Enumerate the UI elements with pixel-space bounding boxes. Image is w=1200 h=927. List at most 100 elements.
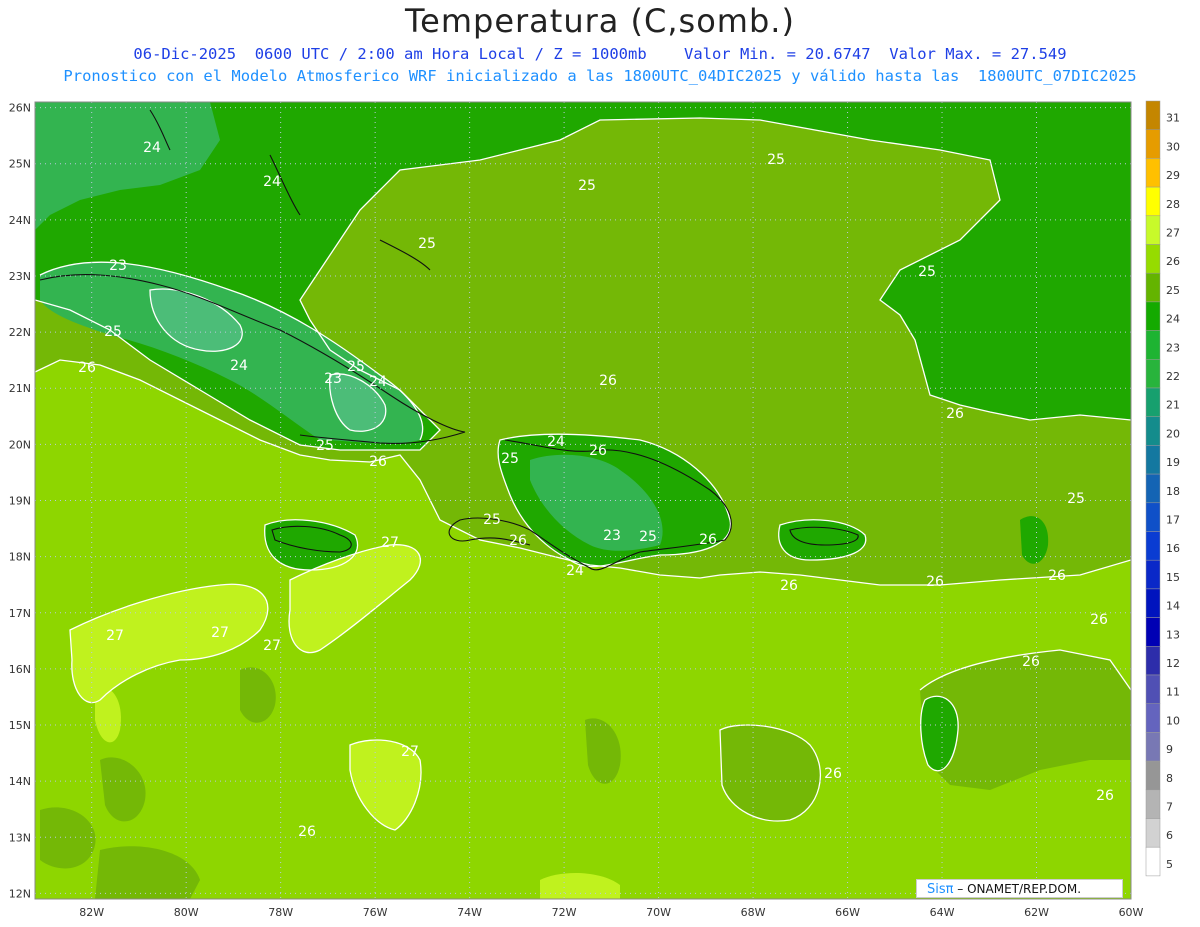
contour-label: 26 bbox=[589, 443, 607, 459]
colorbar-swatch bbox=[1145, 473, 1161, 504]
contour-label: 27 bbox=[106, 628, 124, 644]
colorbar-swatch bbox=[1145, 617, 1161, 647]
lat-tick-label: 13N bbox=[9, 831, 31, 844]
lat-tick-label: 12N bbox=[9, 887, 31, 900]
contour-label: 25 bbox=[767, 152, 785, 168]
lon-tick-label: 66W bbox=[835, 906, 860, 919]
lon-tick-label: 80W bbox=[174, 906, 199, 919]
colorbar-swatch bbox=[1145, 760, 1161, 791]
contour-label: 24 bbox=[230, 358, 248, 374]
lat-tick-label: 24N bbox=[9, 214, 31, 227]
lat-tick-label: 19N bbox=[9, 495, 31, 508]
contour-label: 25 bbox=[483, 512, 501, 528]
colorbar-level-label: 18 bbox=[1166, 485, 1180, 498]
colorbar-level-label: 14 bbox=[1166, 600, 1180, 613]
contour-label: 25 bbox=[1067, 491, 1085, 507]
colorbar-swatch bbox=[1145, 387, 1161, 417]
colorbar-swatch bbox=[1145, 330, 1161, 360]
lat-tick-label: 18N bbox=[9, 551, 31, 564]
lat-tick-label: 23N bbox=[9, 270, 31, 283]
contour-label: 26 bbox=[824, 766, 842, 782]
contour-label: 26 bbox=[1022, 654, 1040, 670]
colorbar-level-label: 28 bbox=[1166, 198, 1180, 211]
lon-tick-label: 76W bbox=[363, 906, 388, 919]
colorbar-level-label: 29 bbox=[1166, 169, 1180, 182]
colorbar-swatch bbox=[1145, 272, 1161, 303]
colorbar-swatch bbox=[1145, 646, 1161, 676]
lon-tick-label: 62W bbox=[1024, 906, 1049, 919]
contour-label: 27 bbox=[263, 638, 281, 654]
colorbar-swatch bbox=[1145, 674, 1161, 704]
colorbar-swatch bbox=[1145, 100, 1161, 130]
contour-label: 26 bbox=[509, 533, 527, 549]
colorbar-level-label: 26 bbox=[1166, 255, 1180, 268]
contour-label: 26 bbox=[699, 532, 717, 548]
colorbar-level-label: 7 bbox=[1166, 801, 1173, 814]
colorbar-swatch bbox=[1145, 818, 1161, 848]
lat-tick-label: 22N bbox=[9, 326, 31, 339]
lat-tick-label: 16N bbox=[9, 663, 31, 676]
lon-tick-label: 82W bbox=[79, 906, 104, 919]
contour-label: 26 bbox=[298, 824, 316, 840]
colorbar-level-label: 22 bbox=[1166, 370, 1180, 383]
contour-label: 25 bbox=[918, 264, 936, 280]
contour-label: 24 bbox=[263, 174, 281, 190]
lat-tick-label: 25N bbox=[9, 158, 31, 171]
lon-tick-label: 78W bbox=[268, 906, 293, 919]
colorbar-swatch bbox=[1145, 359, 1161, 389]
colorbar-level-label: 24 bbox=[1166, 313, 1180, 326]
contour-label: 24 bbox=[369, 374, 387, 390]
contour-label: 25 bbox=[578, 178, 596, 194]
colorbar-swatch bbox=[1145, 158, 1161, 188]
colorbar-level-label: 27 bbox=[1166, 227, 1180, 240]
contour-label: 25 bbox=[418, 236, 436, 252]
contour-label: 25 bbox=[104, 324, 122, 340]
colorbar-level-label: 17 bbox=[1166, 514, 1180, 527]
colorbar-swatch bbox=[1145, 186, 1161, 217]
contour-label: 27 bbox=[401, 744, 419, 760]
contour-label: 26 bbox=[1096, 788, 1114, 804]
colorbar-level-label: 21 bbox=[1166, 399, 1180, 412]
contour-label: 26 bbox=[780, 578, 798, 594]
colorbar-level-label: 15 bbox=[1166, 571, 1180, 584]
contour-label: 25 bbox=[347, 359, 365, 375]
colorbar-level-label: 8 bbox=[1166, 772, 1173, 785]
contour-label: 26 bbox=[599, 373, 617, 389]
colorbar-swatch bbox=[1145, 846, 1161, 877]
contour-label: 26 bbox=[946, 406, 964, 422]
colorbar-level-label: 20 bbox=[1166, 427, 1180, 440]
contour-label: 24 bbox=[566, 563, 584, 579]
colorbar-level-label: 11 bbox=[1166, 686, 1180, 699]
contour-label: 24 bbox=[547, 434, 565, 450]
colorbar: 31 30 29 28 27 26 25 24 23 22 21 20 19 18 17 16 15 14 13 12… bbox=[1145, 100, 1180, 877]
lat-tick-label: 17N bbox=[9, 607, 31, 620]
colorbar-level-label: 16 bbox=[1166, 542, 1180, 555]
colorbar-swatch bbox=[1145, 502, 1161, 532]
lat-tick-label: 21N bbox=[9, 382, 31, 395]
credit-text: – ONAMET/REP.DOM. bbox=[957, 882, 1082, 896]
colorbar-level-label: 31 bbox=[1166, 112, 1180, 125]
contour-label: 26 bbox=[1090, 612, 1108, 628]
colorbar-level-label: 6 bbox=[1166, 829, 1173, 842]
colorbar-swatch bbox=[1145, 531, 1161, 561]
credit-box: Sisπ – ONAMET/REP.DOM. bbox=[916, 879, 1123, 898]
colorbar-swatch bbox=[1145, 129, 1161, 159]
contour-label: 24 bbox=[143, 140, 161, 156]
lat-tick-label: 14N bbox=[9, 775, 31, 788]
colorbar-swatch bbox=[1145, 445, 1161, 475]
contour-label: 27 bbox=[381, 535, 399, 551]
colorbar-level-label: 23 bbox=[1166, 341, 1180, 354]
contour-label: 23 bbox=[109, 258, 127, 274]
sispi-logo: Sisπ bbox=[927, 882, 954, 897]
colorbar-swatch bbox=[1145, 244, 1161, 274]
colorbar-level-label: 30 bbox=[1166, 140, 1180, 153]
colorbar-swatch bbox=[1145, 588, 1161, 618]
colorbar-level-label: 9 bbox=[1166, 743, 1173, 756]
colorbar-swatch bbox=[1145, 215, 1161, 245]
colorbar-level-label: 10 bbox=[1166, 714, 1180, 727]
colorbar-level-label: 19 bbox=[1166, 456, 1180, 469]
contour-label: 23 bbox=[603, 528, 621, 544]
lon-tick-label: 68W bbox=[741, 906, 766, 919]
colorbar-level-label: 12 bbox=[1166, 657, 1180, 670]
contour-label: 25 bbox=[639, 529, 657, 545]
